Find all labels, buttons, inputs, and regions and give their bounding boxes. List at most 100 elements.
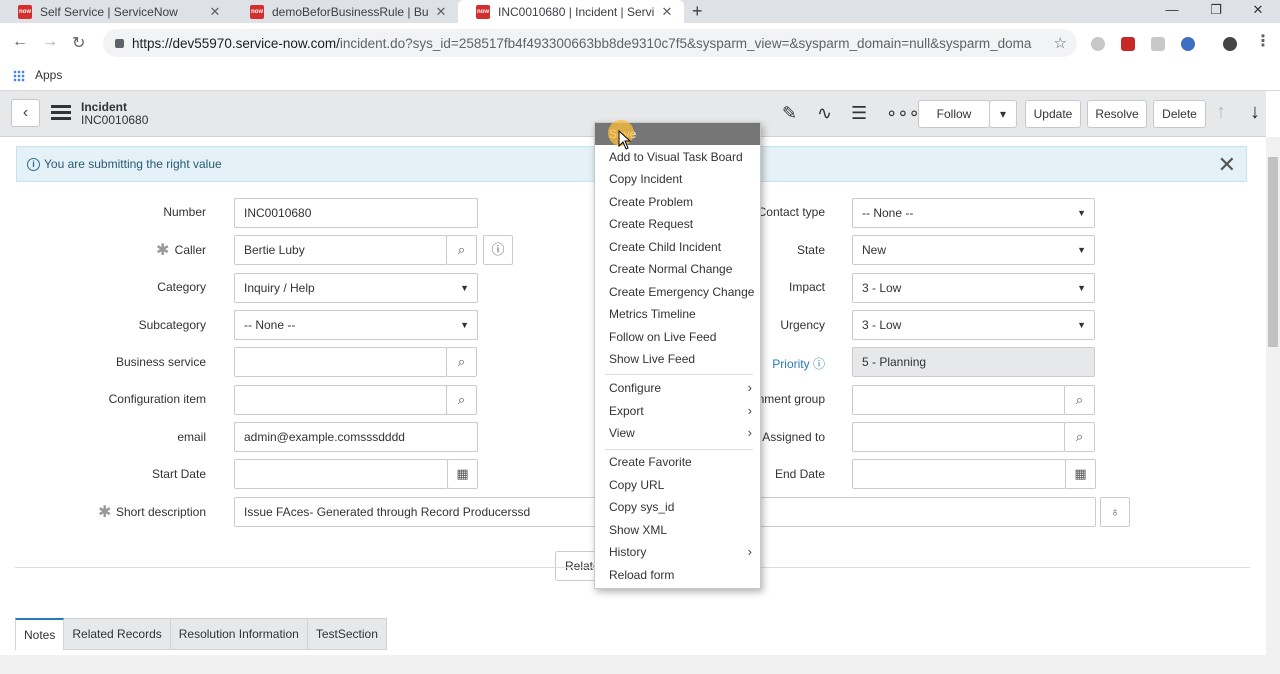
scrollbar-thumb[interactable] <box>1268 157 1278 347</box>
assigned-to-field[interactable] <box>852 422 1065 452</box>
url-host: https://dev55970.service-now.com/ <box>132 35 340 51</box>
browser-tab-self-service[interactable]: now Self Service | ServiceNow ✕ <box>0 0 232 23</box>
context-menu-hamburger-icon[interactable] <box>51 105 71 121</box>
tab-title: INC0010680 | Incident | ServiceN <box>498 4 654 19</box>
priority-label[interactable]: Priority ⓘ <box>772 355 825 372</box>
menu-item-create-request[interactable]: Create Request <box>595 213 760 235</box>
previous-record-arrow-icon[interactable]: ↑ <box>1216 101 1226 124</box>
state-select[interactable]: New ▼ <box>852 235 1095 265</box>
menu-item-create-child-incident[interactable]: Create Child Incident <box>595 236 760 258</box>
delete-button[interactable]: Delete <box>1153 100 1206 128</box>
profile-avatar-icon[interactable] <box>1223 37 1237 51</box>
help-question-icon[interactable]: ⓘ <box>813 357 825 371</box>
category-select[interactable]: Inquiry / Help ▼ <box>234 273 478 303</box>
start-date-calendar-icon[interactable]: ▦ <box>447 459 478 489</box>
menu-item-copy-url[interactable]: Copy URL <box>595 474 760 496</box>
forward-arrow-icon[interactable]: → <box>42 33 58 51</box>
end-date-field[interactable] <box>852 459 1066 489</box>
caller-lookup-search-icon[interactable]: ⌕ <box>446 235 477 265</box>
dismiss-message-close-icon[interactable]: ✕ <box>1218 152 1236 178</box>
menu-item-view[interactable]: View › <box>595 422 760 444</box>
business-service-field[interactable] <box>234 347 447 377</box>
mouse-cursor-icon <box>618 130 632 150</box>
extension-icon[interactable] <box>1121 37 1135 51</box>
menu-item-history[interactable]: History › <box>595 541 760 563</box>
bookmark-star-icon[interactable]: ☆ <box>1054 34 1067 52</box>
assignment-group-field[interactable] <box>852 385 1065 415</box>
tab-notes[interactable]: Notes <box>15 618 65 650</box>
menu-item-reload-form[interactable]: Reload form <box>595 564 760 586</box>
menu-item-follow-on-live-feed[interactable]: Follow on Live Feed <box>595 326 760 348</box>
follow-button[interactable]: Follow <box>918 100 990 128</box>
end-date-calendar-icon[interactable]: ▦ <box>1065 459 1096 489</box>
mandatory-asterisk-icon: ✱ <box>98 504 112 521</box>
address-bar[interactable]: https://dev55970.service-now.com/inciden… <box>103 29 1077 57</box>
number-field[interactable]: INC0010680 <box>234 198 478 228</box>
subcategory-value: -- None -- <box>244 318 296 332</box>
subcategory-select[interactable]: -- None -- ▼ <box>234 310 478 340</box>
menu-item-metrics-timeline[interactable]: Metrics Timeline <box>595 303 760 325</box>
tab-related-records[interactable]: Related Records <box>64 618 171 650</box>
extension-icon[interactable] <box>1181 37 1195 51</box>
configuration-item-field[interactable] <box>234 385 447 415</box>
attachment-paperclip-icon[interactable]: ✎ <box>782 103 797 124</box>
caller-field[interactable]: Bertie Luby <box>234 235 447 265</box>
business-service-lookup-search-icon[interactable]: ⌕ <box>446 347 477 377</box>
new-tab-icon[interactable]: + <box>692 1 703 22</box>
record-number-title: INC0010680 <box>81 113 149 127</box>
back-arrow-icon[interactable]: ← <box>12 33 28 51</box>
menu-item-copy-incident[interactable]: Copy Incident <box>595 168 760 190</box>
horizontal-scrollbar[interactable] <box>0 655 1266 674</box>
menu-item-create-emergency-change[interactable]: Create Emergency Change <box>595 281 760 303</box>
more-options-icon[interactable]: ∘∘∘ <box>886 103 920 124</box>
browser-tab-demo[interactable]: now demoBeforBusinessRule | Busine ✕ <box>232 0 458 23</box>
extension-icon[interactable] <box>1091 37 1105 51</box>
browser-tab-incident[interactable]: now INC0010680 | Incident | ServiceN ✕ <box>458 0 684 23</box>
browser-menu-icon[interactable]: ⋮ <box>1255 31 1271 51</box>
submenu-chevron-icon: › <box>747 380 752 395</box>
update-button[interactable]: Update <box>1025 100 1081 128</box>
assignment-group-lookup-search-icon[interactable]: ⌕ <box>1064 385 1095 415</box>
caller-info-icon[interactable]: ⓘ <box>483 235 513 265</box>
tab-title: demoBeforBusinessRule | Busine <box>272 4 428 19</box>
assigned-to-lookup-search-icon[interactable]: ⌕ <box>1064 422 1095 452</box>
close-tab-icon[interactable]: ✕ <box>434 4 448 20</box>
menu-item-show-xml[interactable]: Show XML <box>595 519 760 541</box>
vertical-scrollbar[interactable] <box>1266 137 1280 674</box>
menu-item-copy-sys-id[interactable]: Copy sys_id <box>595 496 760 518</box>
reload-icon[interactable]: ↻ <box>72 33 85 53</box>
start-date-field[interactable] <box>234 459 448 489</box>
email-field[interactable]: admin@example.comsssdddd <box>234 422 478 452</box>
impact-select[interactable]: 3 - Low ▼ <box>852 273 1095 303</box>
menu-item-create-problem[interactable]: Create Problem <box>595 191 760 213</box>
personalize-sliders-icon[interactable]: ☰ <box>851 103 867 124</box>
close-tab-icon[interactable]: ✕ <box>660 4 674 20</box>
urgency-value: 3 - Low <box>862 318 902 332</box>
menu-item-configure[interactable]: Configure › <box>595 377 760 399</box>
menu-item-create-normal-change[interactable]: Create Normal Change <box>595 258 760 280</box>
contact-type-select[interactable]: -- None -- ▼ <box>852 198 1095 228</box>
configuration-item-lookup-search-icon[interactable]: ⌕ <box>446 385 477 415</box>
tab-resolution-information[interactable]: Resolution Information <box>170 618 308 650</box>
apps-grid-icon[interactable] <box>13 70 25 82</box>
resolve-button[interactable]: Resolve <box>1087 100 1147 128</box>
dropdown-caret-icon: ▼ <box>460 320 469 330</box>
end-date-label: End Date <box>774 467 825 481</box>
menu-item-show-live-feed[interactable]: Show Live Feed <box>595 348 760 370</box>
follow-dropdown-caret-icon[interactable]: ▾ <box>989 100 1017 128</box>
menu-item-export[interactable]: Export › <box>595 400 760 422</box>
extension-icon[interactable] <box>1151 37 1165 51</box>
menu-item-create-favorite[interactable]: Create Favorite <box>595 451 760 473</box>
apps-bookmark[interactable]: Apps <box>35 68 62 82</box>
urgency-select[interactable]: 3 - Low ▼ <box>852 310 1095 340</box>
minimize-icon[interactable]: — <box>1150 0 1194 22</box>
restore-icon[interactable]: ❐ <box>1194 0 1238 22</box>
tab-testsection[interactable]: TestSection <box>307 618 387 650</box>
window-close-icon[interactable]: ✕ <box>1236 0 1280 22</box>
address-row: ← → ↻ https://dev55970.service-now.com/i… <box>0 23 1280 63</box>
form-back-button[interactable]: ‹ <box>11 99 40 127</box>
activity-pulse-icon[interactable]: ∿ <box>817 103 832 124</box>
next-record-arrow-icon[interactable]: ↓ <box>1250 101 1260 124</box>
close-tab-icon[interactable]: ✕ <box>208 4 222 20</box>
suggestion-lightbulb-icon[interactable]: ♁ <box>1100 497 1130 527</box>
